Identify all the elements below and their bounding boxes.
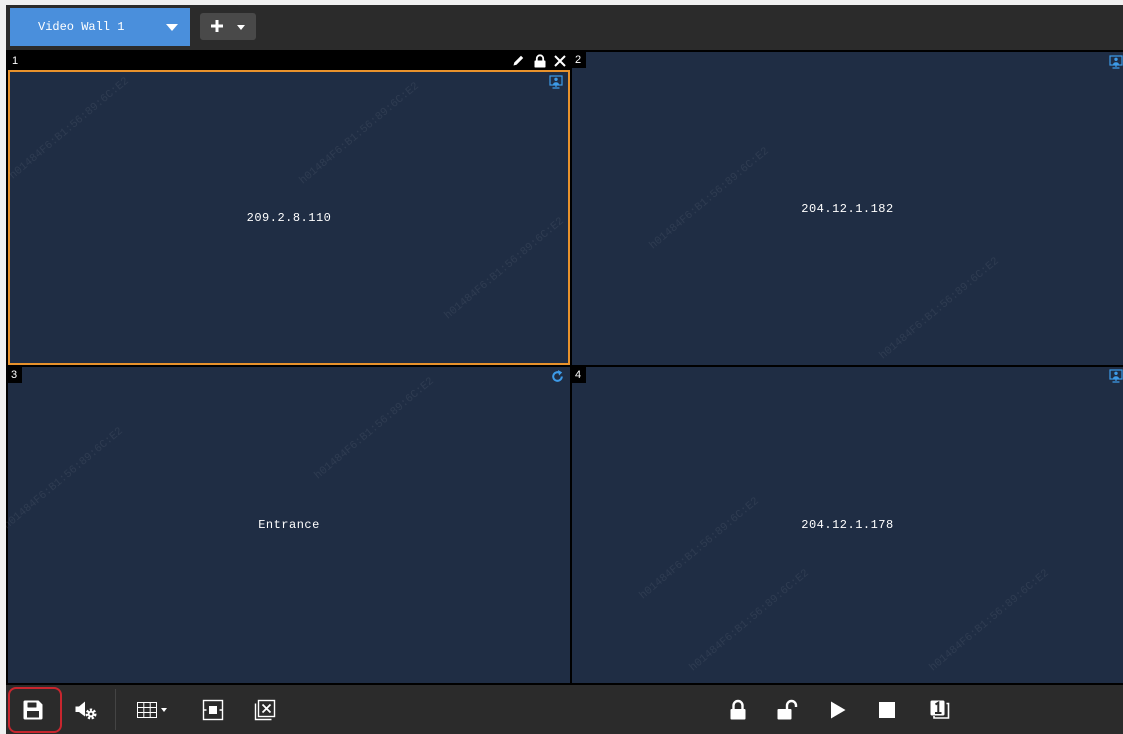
window-fit-button[interactable] xyxy=(198,695,228,725)
plus-icon xyxy=(210,19,224,33)
save-button[interactable] xyxy=(18,695,48,725)
bottom-toolbar xyxy=(6,685,1123,734)
audio-settings-button[interactable] xyxy=(71,695,101,725)
video-window-1[interactable]: 1 209.2.8.110 xyxy=(8,52,570,365)
window-number: 4 xyxy=(572,367,586,383)
monitor-icon[interactable] xyxy=(1109,369,1123,383)
lock-button[interactable] xyxy=(723,695,753,725)
add-video-wall-button[interactable] xyxy=(200,13,256,40)
lock-icon xyxy=(729,699,747,721)
window-number: 3 xyxy=(8,367,22,383)
toolbar-divider xyxy=(115,689,116,730)
window-number-icon xyxy=(929,699,951,721)
tab-video-wall-1[interactable]: Video Wall 1 xyxy=(10,8,190,46)
chevron-down-icon[interactable] xyxy=(166,24,178,31)
window-header: 1 xyxy=(8,52,570,70)
unlock-icon xyxy=(776,699,800,721)
video-window-3[interactable]: 3 Entrance xyxy=(8,367,570,683)
chevron-down-icon xyxy=(237,25,245,30)
clear-windows-button[interactable] xyxy=(250,695,280,725)
video-wall-app: Video Wall 1 1 209.2.8.110 2 204.12.1.18… xyxy=(6,5,1123,734)
play-button[interactable] xyxy=(823,695,853,725)
window-body[interactable]: 209.2.8.110 xyxy=(8,70,570,365)
tab-bar: Video Wall 1 xyxy=(6,5,1123,50)
unlock-button[interactable] xyxy=(773,695,803,725)
video-wall-grid: 1 209.2.8.110 2 204.12.1.182 3 Entrance … xyxy=(6,50,1123,685)
edit-icon[interactable] xyxy=(512,54,525,67)
monitor-icon[interactable] xyxy=(1109,55,1123,69)
stop-button[interactable] xyxy=(872,695,902,725)
window-number: 2 xyxy=(572,52,586,68)
monitor-icon[interactable] xyxy=(549,75,563,89)
video-window-2[interactable]: 2 204.12.1.182 xyxy=(572,52,1123,365)
window-label: 209.2.8.110 xyxy=(246,210,332,225)
clear-windows-icon xyxy=(254,699,276,721)
window-division-button[interactable] xyxy=(132,695,162,725)
window-label: Entrance xyxy=(258,518,320,532)
stop-icon xyxy=(879,702,895,718)
lock-icon[interactable] xyxy=(533,54,547,68)
window-body[interactable]: 3 Entrance xyxy=(8,367,570,683)
window-number-button[interactable] xyxy=(925,695,955,725)
window-label: 204.12.1.178 xyxy=(801,518,894,532)
play-icon xyxy=(829,700,847,720)
video-window-4[interactable]: 4 204.12.1.178 xyxy=(572,367,1123,683)
window-body[interactable]: 4 204.12.1.178 xyxy=(572,367,1123,683)
tab-label: Video Wall 1 xyxy=(38,20,125,34)
window-body[interactable]: 2 204.12.1.182 xyxy=(572,52,1123,365)
chevron-down-icon[interactable] xyxy=(161,708,167,712)
window-fit-icon xyxy=(202,699,224,721)
close-icon[interactable] xyxy=(553,54,567,68)
window-number: 1 xyxy=(12,55,19,67)
save-icon xyxy=(22,699,44,721)
audio-settings-icon xyxy=(74,699,98,721)
window-division-icon xyxy=(137,702,157,718)
window-label: 204.12.1.182 xyxy=(801,201,894,216)
refresh-icon[interactable] xyxy=(550,369,565,384)
